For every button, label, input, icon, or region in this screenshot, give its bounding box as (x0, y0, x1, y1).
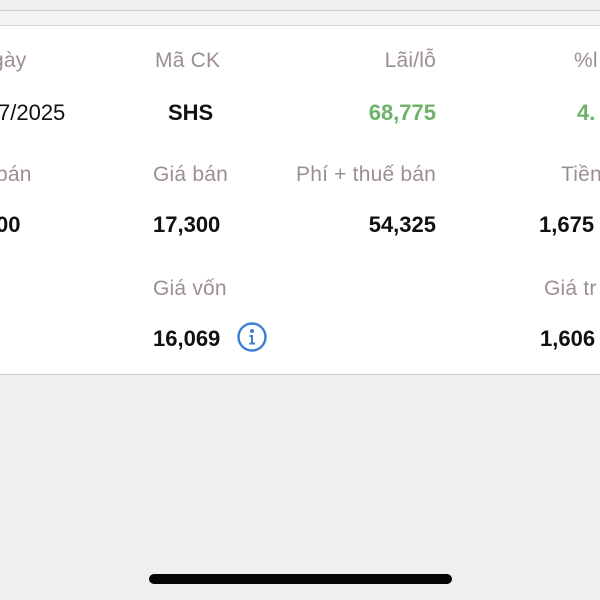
value-label: Giá tr (544, 277, 597, 300)
amount-label: Tiền (561, 163, 600, 186)
cost-price-label: Giá vốn (153, 277, 227, 300)
cost-price-value: 16,069 (153, 326, 221, 351)
percent-profit-label: %l (574, 49, 598, 72)
sell-price-value: 17,300 (153, 212, 221, 237)
home-indicator[interactable] (149, 574, 452, 584)
info-icon[interactable] (237, 322, 267, 352)
percent-profit-value: 4. (577, 100, 596, 125)
top-background (0, 0, 600, 10)
amount-value: 1,675 (539, 212, 595, 237)
profit-loss-label: Lãi/lỗ (384, 49, 436, 72)
sell-fee-tax-label: Phí + thuế bán (296, 163, 436, 186)
sell-volume-label: bán (0, 163, 32, 186)
header-gap (0, 11, 600, 25)
value-amount: 1,606 (540, 326, 596, 351)
sell-fee-tax-value: 54,325 (368, 212, 436, 237)
sell-volume-value: 00 (0, 212, 21, 237)
profit-loss-value: 68,775 (368, 100, 436, 125)
trade-detail-card: gày Mã CK Lãi/lỗ %l 7/2025 SHS 68,775 4.… (0, 25, 600, 375)
sell-price-label: Giá bán (153, 163, 228, 186)
stock-symbol-value: SHS (168, 100, 214, 125)
trade-date-value: 7/2025 (0, 100, 66, 125)
symbol-label: Mã CK (155, 49, 221, 72)
date-label: gày (0, 49, 27, 72)
